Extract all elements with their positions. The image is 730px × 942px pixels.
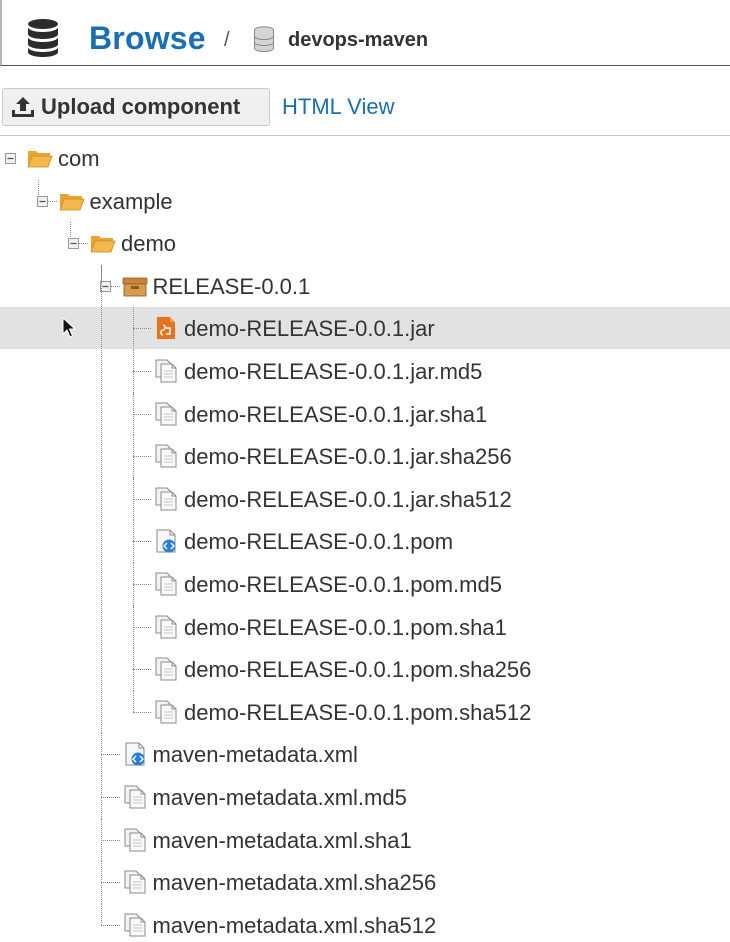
- tree-guide-line: [132, 669, 151, 671]
- tree-folder-row[interactable]: demo: [0, 222, 730, 264]
- tree-guide-line: [132, 711, 151, 713]
- jar-file-icon: [157, 317, 175, 340]
- tree-file-row[interactable]: demo-RELEASE-0.0.1.jar.sha1: [0, 393, 730, 435]
- tree-guide-line: [132, 456, 151, 458]
- xml-file-icon: [125, 742, 144, 766]
- upload-icon: [12, 97, 34, 117]
- tree-folder-label: example: [89, 188, 173, 214]
- tree-guide-line: [132, 328, 151, 330]
- tree-guide-line: [101, 797, 120, 798]
- upload-component-button[interactable]: Upload component: [2, 88, 270, 126]
- tree-file-label: demo-RELEASE-0.0.1.jar: [184, 316, 435, 342]
- file-copy-icon: [155, 657, 177, 681]
- tree-guide-line: [101, 839, 120, 841]
- tree-guide-line: [101, 754, 120, 756]
- tree-file-label: maven-metadata.xml.sha512: [152, 912, 437, 938]
- tree-file-row[interactable]: maven-metadata.xml.sha512: [0, 904, 730, 942]
- file-copy-icon: [155, 444, 177, 468]
- tree-file-row[interactable]: demo-RELEASE-0.0.1.pom: [0, 520, 730, 562]
- tree-guide-line: [101, 903, 102, 925]
- breadcrumb-separator: /: [224, 29, 230, 51]
- tree-folder-label: RELEASE-0.0.1: [152, 273, 311, 299]
- tree-folder-label: com: [58, 146, 100, 171]
- tree-file-label: demo-RELEASE-0.0.1.jar.md5: [184, 359, 483, 384]
- tree-guide-line: [101, 924, 120, 926]
- tree-guide-line: [132, 690, 134, 712]
- file-copy-icon: [155, 572, 177, 596]
- tree-guide-line: [132, 371, 151, 372]
- breadcrumb-browse-link[interactable]: Browse: [89, 20, 206, 57]
- tree-file-label: demo-RELEASE-0.0.1.jar.sha256: [184, 444, 512, 470]
- tree-file-row[interactable]: demo-RELEASE-0.0.1.pom.sha256: [0, 648, 730, 690]
- tree-file-label: maven-metadata.xml.sha1: [152, 827, 412, 853]
- folder-open-icon: [90, 236, 116, 253]
- collapse-toggle-icon[interactable]: [5, 153, 16, 164]
- tree-file-label: maven-metadata.xml.md5: [152, 785, 407, 810]
- mouse-cursor-icon: [62, 317, 77, 338]
- tree-file-label: demo-RELEASE-0.0.1.jar.sha1: [184, 401, 488, 427]
- tree-file-label: demo-RELEASE-0.0.1.pom: [184, 529, 454, 555]
- file-copy-icon: [124, 870, 145, 894]
- tree-file-label: demo-RELEASE-0.0.1.jar.sha512: [184, 486, 512, 512]
- breadcrumb-header: Browse / devops-maven: [0, 0, 730, 66]
- tree-folder-label: demo: [121, 231, 177, 257]
- upload-component-label: Upload component: [41, 94, 241, 119]
- xml-file-icon: [156, 529, 176, 553]
- tree-file-row[interactable]: demo-RELEASE-0.0.1.pom.sha512: [0, 691, 730, 733]
- tree-guide-line: [101, 264, 102, 734]
- tree-guide-line: [132, 541, 151, 543]
- file-copy-icon: [155, 487, 177, 511]
- file-copy-icon: [155, 359, 177, 383]
- tree-file-row[interactable]: demo-RELEASE-0.0.1.pom.md5: [0, 563, 730, 605]
- package-icon: [122, 277, 147, 297]
- html-view-link[interactable]: HTML View: [282, 94, 394, 120]
- tree-file-row[interactable]: demo-RELEASE-0.0.1.jar: [0, 307, 730, 350]
- file-copy-icon: [155, 700, 177, 724]
- repository-icon: [254, 26, 274, 52]
- file-copy-icon: [124, 828, 145, 852]
- tree-guide-line: [132, 413, 151, 415]
- tree-file-row[interactable]: demo-RELEASE-0.0.1.pom.sha1: [0, 606, 730, 648]
- tree-file-row[interactable]: demo-RELEASE-0.0.1.jar.md5: [0, 350, 730, 392]
- tree-guide-line: [132, 626, 151, 628]
- file-copy-icon: [155, 615, 177, 639]
- tree-file-row[interactable]: demo-RELEASE-0.0.1.jar.sha512: [0, 478, 730, 520]
- tree-folder-row[interactable]: example: [0, 180, 730, 222]
- tree-file-label: demo-RELEASE-0.0.1.pom.sha1: [184, 614, 507, 640]
- tree-file-label: demo-RELEASE-0.0.1.pom.md5: [184, 572, 502, 597]
- folder-open-icon: [58, 193, 85, 210]
- database-icon: [28, 19, 58, 57]
- tree-folder-row[interactable]: com: [0, 137, 730, 179]
- breadcrumb-repository-name: devops-maven: [288, 29, 429, 51]
- tree-file-label: maven-metadata.xml.sha256: [152, 870, 437, 896]
- folder-open-icon: [27, 151, 53, 168]
- tree-file-label: demo-RELEASE-0.0.1.pom.sha256: [184, 657, 532, 683]
- toolbar: Upload component HTML View: [0, 86, 730, 136]
- tree-file-label: demo-RELEASE-0.0.1.pom.sha512: [184, 699, 532, 725]
- collapse-toggle-icon[interactable]: [68, 238, 79, 250]
- tree-guide-line: [132, 498, 151, 500]
- file-copy-icon: [124, 913, 145, 937]
- tree-guide-line: [101, 882, 120, 884]
- file-copy-icon: [155, 402, 177, 426]
- tree-file-label: maven-metadata.xml: [152, 742, 358, 768]
- collapse-toggle-icon[interactable]: [36, 195, 48, 207]
- file-copy-icon: [124, 785, 145, 809]
- tree-guide-line: [132, 584, 151, 585]
- tree-file-row[interactable]: demo-RELEASE-0.0.1.jar.sha256: [0, 435, 730, 477]
